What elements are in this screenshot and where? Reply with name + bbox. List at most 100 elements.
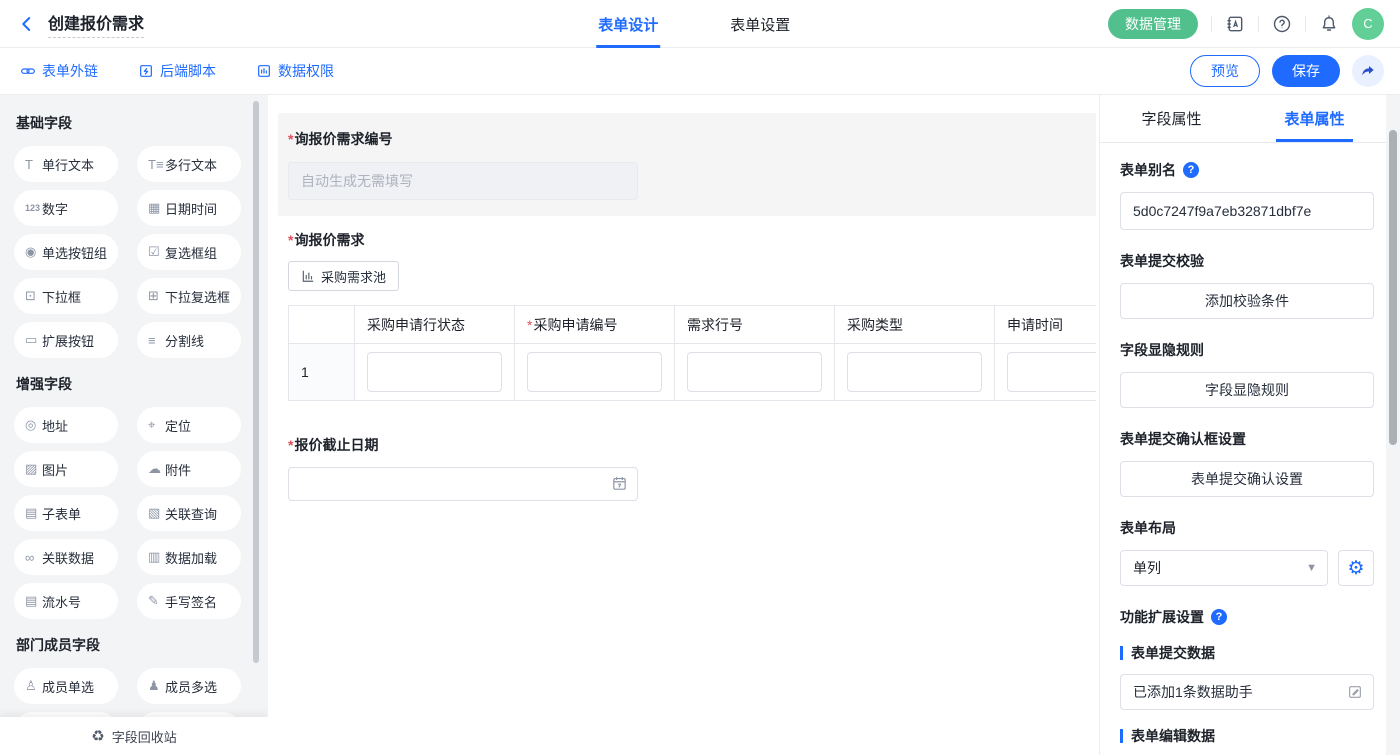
field-pill-datetime[interactable]: ▦日期时间 xyxy=(137,190,241,226)
preview-button[interactable]: 预览 xyxy=(1190,55,1260,87)
calendar-icon xyxy=(611,475,628,492)
status-input[interactable] xyxy=(367,352,502,392)
purchase-type-cell xyxy=(835,344,995,401)
attachment-icon: ☁ xyxy=(148,461,165,477)
translate-book-icon[interactable] xyxy=(1225,14,1245,34)
layout-settings-button[interactable]: ⚙ xyxy=(1338,550,1374,586)
field-pill-related-data[interactable]: ∞关联数据 xyxy=(14,539,118,575)
divider xyxy=(1211,16,1212,32)
apply-no-input[interactable] xyxy=(527,352,662,392)
form-alias-input[interactable] xyxy=(1120,192,1374,230)
field-pill-radio-group[interactable]: ◉单选按钮组 xyxy=(14,234,118,270)
form-layout-group: 表单布局 单列 ▼ ⚙ xyxy=(1120,518,1374,586)
field-block-quote-deadline[interactable]: *报价截止日期 xyxy=(278,401,1096,501)
data-permission-link[interactable]: 数据权限 xyxy=(256,61,334,81)
sidebar-scrollbar[interactable] xyxy=(253,101,259,663)
extension-settings-group: 功能扩展设置? 表单提交数据 已添加1条数据助手 表单编辑数据 添加操作 xyxy=(1120,607,1374,755)
field-pill-location[interactable]: ⌖定位 xyxy=(137,407,241,443)
quote-deadline-input[interactable] xyxy=(288,467,638,501)
layout-select[interactable]: 单列 ▼ xyxy=(1120,550,1328,586)
field-pill-single-line-text[interactable]: T单行文本 xyxy=(14,146,118,182)
field-pill-multi-line-text[interactable]: T≡多行文本 xyxy=(137,146,241,182)
required-asterisk: * xyxy=(527,317,532,333)
avatar[interactable]: C xyxy=(1352,8,1384,40)
serial-number-icon: ▤ xyxy=(25,593,42,609)
properties-tabs: 字段属性 表单属性 xyxy=(1100,95,1386,143)
subtable-container: 采购申请行状态 *采购申请编号 需求行号 采购类型 申请时间 1 xyxy=(288,305,1096,401)
apply-time-input[interactable] xyxy=(1007,352,1096,392)
quote-request-no-input[interactable] xyxy=(288,162,638,200)
field-pill-checkbox-group[interactable]: ☑复选框组 xyxy=(137,234,241,270)
submit-validation-label: 表单提交校验 xyxy=(1120,251,1374,271)
member-multi-icon: ♟ xyxy=(148,678,165,694)
column-header-apply-time: 申请时间 xyxy=(995,306,1097,344)
field-pill-member-multi[interactable]: ♟成员多选 xyxy=(137,668,241,704)
help-badge-icon[interactable]: ? xyxy=(1211,609,1227,625)
edit-icon[interactable] xyxy=(1347,684,1363,700)
backend-script-link[interactable]: 后端脚本 xyxy=(138,61,216,81)
form-toolbar: 表单外链 后端脚本 数据权限 预览 保存 xyxy=(0,48,1400,95)
field-label: *询报价需求 xyxy=(288,230,1096,250)
field-pill-serial-number[interactable]: ▤流水号 xyxy=(14,583,118,619)
field-recycle-bin[interactable]: ♻ 字段回收站 xyxy=(0,717,268,755)
bar-chart-icon xyxy=(301,269,315,283)
field-block-quote-request[interactable]: *询报价需求 采购需求池 采购申请行状态 *采购申请编号 需求行号 采购 xyxy=(278,216,1096,401)
visibility-rules-label: 字段显隐规则 xyxy=(1120,340,1374,360)
confirm-box-button[interactable]: 表单提交确认设置 xyxy=(1120,461,1374,497)
visibility-rules-button[interactable]: 字段显隐规则 xyxy=(1120,372,1374,408)
data-load-icon: ▥ xyxy=(148,549,165,565)
submit-data-box[interactable]: 已添加1条数据助手 xyxy=(1120,674,1374,710)
text-icon: T xyxy=(25,157,42,172)
field-pill-image[interactable]: ▨图片 xyxy=(14,451,118,487)
radio-group-icon: ◉ xyxy=(25,244,42,260)
divider xyxy=(1258,16,1259,32)
help-badge-icon[interactable]: ? xyxy=(1183,162,1199,178)
tab-field-properties[interactable]: 字段属性 xyxy=(1100,95,1243,142)
recycle-icon: ♻ xyxy=(91,727,104,745)
button-icon: ▭ xyxy=(25,332,42,348)
field-pill-divider[interactable]: ≡分割线 xyxy=(137,322,241,358)
column-header-purchase-type: 采购类型 xyxy=(835,306,995,344)
back-icon[interactable] xyxy=(18,15,36,33)
field-pill-select[interactable]: ⊡下拉框 xyxy=(14,278,118,314)
panel-scrollbar-track[interactable] xyxy=(1386,95,1400,755)
demand-line-input[interactable] xyxy=(687,352,822,392)
form-external-link[interactable]: 表单外链 xyxy=(20,61,98,81)
tab-form-settings[interactable]: 表单设置 xyxy=(730,0,790,48)
save-button[interactable]: 保存 xyxy=(1272,55,1340,87)
page-title[interactable]: 创建报价需求 xyxy=(48,10,144,38)
field-pill-address[interactable]: ◎地址 xyxy=(14,407,118,443)
confirm-box-group: 表单提交确认框设置 表单提交确认设置 xyxy=(1120,429,1374,497)
submit-data-label: 表单提交数据 xyxy=(1120,643,1374,663)
tab-form-properties[interactable]: 表单属性 xyxy=(1243,95,1386,142)
purchase-pool-button[interactable]: 采购需求池 xyxy=(288,261,399,291)
address-icon: ◎ xyxy=(25,417,42,433)
required-asterisk: * xyxy=(288,437,293,453)
section-title-basic: 基础字段 xyxy=(16,113,254,133)
field-pill-attachment[interactable]: ☁附件 xyxy=(137,451,241,487)
data-manage-button[interactable]: 数据管理 xyxy=(1108,9,1198,39)
help-icon[interactable] xyxy=(1272,14,1292,34)
datetime-icon: ▦ xyxy=(148,200,165,216)
share-button[interactable] xyxy=(1352,55,1384,87)
panel-scrollbar-thumb[interactable] xyxy=(1389,130,1397,445)
field-pill-subform[interactable]: ▤子表单 xyxy=(14,495,118,531)
required-asterisk: * xyxy=(288,232,293,248)
field-pill-signature[interactable]: ✎手写签名 xyxy=(137,583,241,619)
field-pill-data-load[interactable]: ▥数据加载 xyxy=(137,539,241,575)
field-palette-sidebar: 基础字段 T单行文本 T≡多行文本 123数字 ▦日期时间 ◉单选按钮组 ☑复选… xyxy=(0,95,268,755)
share-arrow-icon xyxy=(1360,63,1376,79)
purchase-type-input[interactable] xyxy=(847,352,982,392)
field-pill-number[interactable]: 123数字 xyxy=(14,190,118,226)
add-validation-button[interactable]: 添加校验条件 xyxy=(1120,283,1374,319)
bell-icon[interactable] xyxy=(1319,14,1339,34)
form-layout-label: 表单布局 xyxy=(1120,518,1374,538)
field-pill-related-query[interactable]: ▧关联查询 xyxy=(137,495,241,531)
form-canvas: *询报价需求编号 *询报价需求 采购需求池 采购申请行状态 *采购申请编 xyxy=(268,95,1100,755)
field-pill-member-single[interactable]: ♙成员单选 xyxy=(14,668,118,704)
field-pill-multi-select[interactable]: ⊞下拉复选框 xyxy=(137,278,241,314)
tab-form-design[interactable]: 表单设计 xyxy=(598,0,658,48)
field-block-quote-request-no[interactable]: *询报价需求编号 xyxy=(278,113,1096,216)
field-pill-extend-button[interactable]: ▭扩展按钮 xyxy=(14,322,118,358)
column-header-status: 采购申请行状态 xyxy=(355,306,515,344)
